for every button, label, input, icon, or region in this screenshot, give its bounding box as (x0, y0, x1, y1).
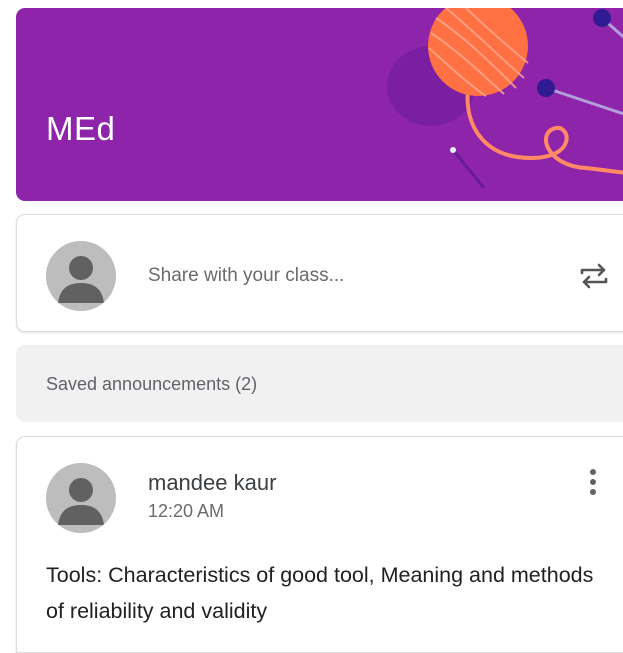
class-title: MEd (46, 110, 116, 147)
share-box[interactable]: Share with your class... (16, 214, 623, 332)
yarn-illustration (387, 8, 623, 189)
post-time: 12:20 AM (148, 501, 225, 521)
class-banner: MEd (16, 8, 623, 201)
share-input[interactable]: Share with your class... (148, 265, 344, 287)
post-author: mandee kaur (148, 470, 277, 495)
default-avatar-icon (46, 241, 116, 311)
post-body: Tools: Characteristics of good tool, Mea… (46, 563, 594, 623)
saved-announcements-label: Saved announcements (2) (46, 374, 258, 394)
repost-icon[interactable] (577, 259, 611, 298)
more-vertical-icon[interactable] (587, 467, 599, 502)
saved-announcements-bar[interactable]: Saved announcements (2) (16, 345, 623, 422)
author-avatar-icon[interactable] (46, 463, 116, 533)
announcement-card: mandee kaur 12:20 AM Tools: Characterist… (16, 436, 623, 653)
